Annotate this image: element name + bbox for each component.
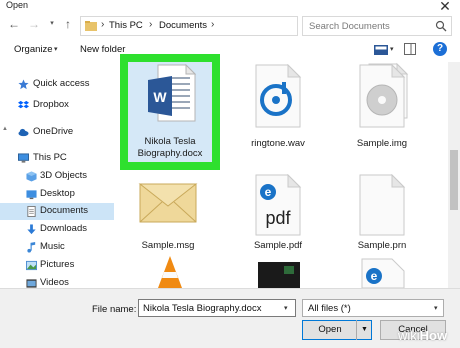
sidebar-item-pictures[interactable]: Pictures — [0, 257, 114, 274]
wikihow-watermark: wikiHow — [398, 328, 447, 343]
sidebar-item-label: Documents — [40, 205, 89, 216]
file-item-vlc[interactable] — [150, 256, 190, 288]
envelope-icon — [138, 183, 198, 223]
sidebar-item-label: Videos — [40, 277, 69, 288]
sidebar-item-quick-access[interactable]: Quick access — [0, 76, 114, 93]
sidebar-item-label: Downloads — [40, 223, 87, 234]
recent-locations-chevron-icon[interactable]: ▾ — [44, 14, 60, 34]
open-options-dropdown[interactable]: ▼ — [356, 320, 372, 340]
help-icon[interactable]: ? — [433, 42, 447, 56]
chevron-down-icon: ▾ — [54, 46, 58, 53]
breadcrumb-separator: › — [149, 19, 153, 30]
file-name-line: ringtone.wav — [251, 138, 305, 149]
music-icon — [27, 242, 36, 253]
folder-icon — [85, 21, 97, 31]
star-icon — [18, 79, 29, 90]
chevron-down-icon[interactable]: ▾ — [434, 304, 438, 312]
sidebar-item-downloads[interactable]: Downloads — [0, 221, 114, 238]
file-item-edge[interactable]: e — [356, 258, 406, 288]
file-item-nikola-tesla-biography[interactable]: W — [136, 64, 204, 136]
preview-pane-icon[interactable] — [404, 43, 416, 55]
computer-icon — [18, 153, 29, 163]
file-item-ringtone[interactable] — [248, 64, 308, 136]
sidebar-item-label: Dropbox — [33, 99, 69, 110]
breadcrumb-separator: › — [101, 19, 105, 30]
svg-text:e: e — [265, 185, 272, 199]
back-arrow-icon[interactable]: ← — [6, 14, 22, 34]
vlc-cone-icon — [158, 256, 182, 288]
svg-text:W: W — [153, 89, 167, 105]
chevron-down-icon[interactable]: ▾ — [284, 304, 288, 312]
download-icon — [27, 224, 36, 235]
pdf-file-icon: e pdf — [255, 174, 302, 236]
change-view-icon[interactable] — [374, 45, 388, 55]
audio-file-icon — [255, 64, 302, 128]
sidebar-item-desktop[interactable]: Desktop — [0, 186, 114, 203]
sidebar-item-label: Pictures — [40, 259, 75, 270]
sidebar-item-this-pc[interactable]: This PC — [0, 150, 114, 167]
svg-text:pdf: pdf — [265, 208, 291, 228]
search-icon — [435, 20, 447, 32]
disc-image-icon — [359, 64, 406, 128]
sidebar-item-label: Desktop — [40, 188, 75, 199]
pictures-icon — [26, 260, 37, 271]
file-name-line: Sample.img — [356, 138, 408, 149]
sidebar-item-label: This PC — [33, 152, 67, 163]
cloud-icon — [18, 128, 29, 137]
sidebar-item-label: 3D Objects — [40, 170, 87, 181]
video-thumbnail-detail — [284, 266, 294, 274]
breadcrumb-this-pc[interactable]: This PC — [109, 20, 143, 31]
chevron-down-icon[interactable]: ▾ — [390, 45, 394, 53]
file-item-sample-msg[interactable] — [138, 178, 198, 230]
close-icon[interactable]: ✕ — [436, 0, 454, 14]
file-name-input[interactable]: Nikola Tesla Biography.docx — [138, 299, 296, 317]
file-item-sample-pdf[interactable]: e pdf — [248, 174, 308, 238]
sidebar-item-music[interactable]: Music — [0, 239, 114, 256]
sidebar-item-label: Music — [40, 241, 65, 252]
file-name-line: Sample.pdf — [253, 240, 303, 251]
sidebar-item-3d-objects[interactable]: 3D Objects — [0, 168, 114, 185]
watermark-wiki: wiki — [398, 328, 420, 343]
cube-icon — [26, 171, 37, 182]
navigation-pane: ▲ Quick access Dropbox OneDrive This PC … — [0, 62, 114, 288]
watermark-how: How — [419, 328, 448, 343]
sidebar-item-documents[interactable]: Documents — [0, 203, 114, 220]
sidebar-item-dropbox[interactable]: Dropbox — [0, 97, 114, 114]
open-button-label: Open — [318, 324, 342, 335]
search-box[interactable]: Search Documents — [302, 16, 452, 36]
edge-file-icon: e — [361, 258, 405, 288]
svg-text:e: e — [371, 269, 378, 283]
forward-arrow-icon[interactable]: → — [26, 14, 42, 34]
video-thumbnail-icon[interactable] — [258, 262, 300, 288]
file-name-line: Nikola Tesla — [144, 136, 196, 147]
breadcrumb-documents[interactable]: Documents — [159, 20, 207, 31]
breadcrumb-separator: › — [211, 19, 215, 30]
desktop-icon — [26, 190, 37, 200]
file-type-filter[interactable]: All files (*) — [302, 299, 444, 317]
word-document-icon: W — [148, 64, 196, 122]
dropbox-icon — [18, 100, 29, 109]
file-name-line: Sample.msg — [141, 240, 195, 251]
sidebar-item-onedrive[interactable]: OneDrive — [0, 124, 114, 141]
file-name-line: Sample.prn — [357, 240, 407, 251]
file-name-label: File name: — [92, 304, 137, 315]
file-item-sample-img[interactable] — [352, 64, 412, 136]
documents-icon — [27, 206, 36, 217]
scrollbar-thumb[interactable] — [450, 150, 458, 210]
file-item-sample-prn[interactable] — [352, 174, 412, 238]
sidebar-item-label: OneDrive — [33, 126, 74, 137]
organize-button[interactable]: Organize — [14, 44, 53, 55]
file-name-line: Biography.docx — [137, 148, 203, 159]
address-bar[interactable]: › This PC › Documents › ▾ ↻ — [80, 16, 376, 36]
search-input[interactable]: Search Documents — [309, 21, 390, 32]
new-folder-button[interactable]: New folder — [80, 44, 125, 55]
generic-file-icon — [359, 174, 406, 236]
window-title: Open — [6, 0, 29, 10]
sidebar-item-label: Quick access — [33, 78, 90, 89]
up-arrow-icon[interactable]: ↑ — [60, 14, 76, 34]
